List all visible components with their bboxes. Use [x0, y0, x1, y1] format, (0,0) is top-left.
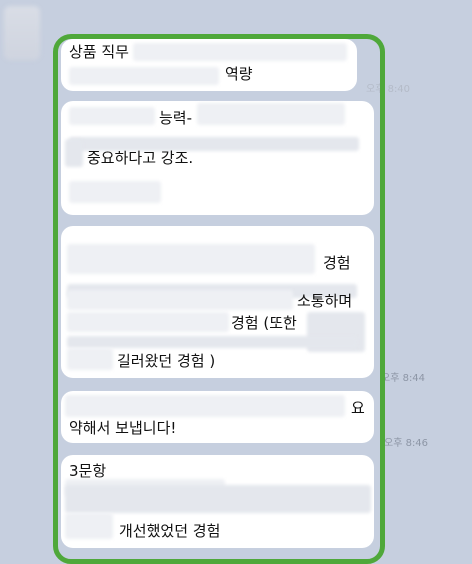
avatar[interactable] — [4, 6, 40, 60]
message-timestamp: 오후 8:46 — [384, 438, 429, 449]
chat-area: 상품 직무 역량 오후 8:40 능력- 중요하다고 강조. 경험 소통하며 경… — [0, 0, 472, 564]
highlight-frame — [53, 34, 385, 564]
message-timestamp: 오후 8:44 — [381, 373, 426, 384]
